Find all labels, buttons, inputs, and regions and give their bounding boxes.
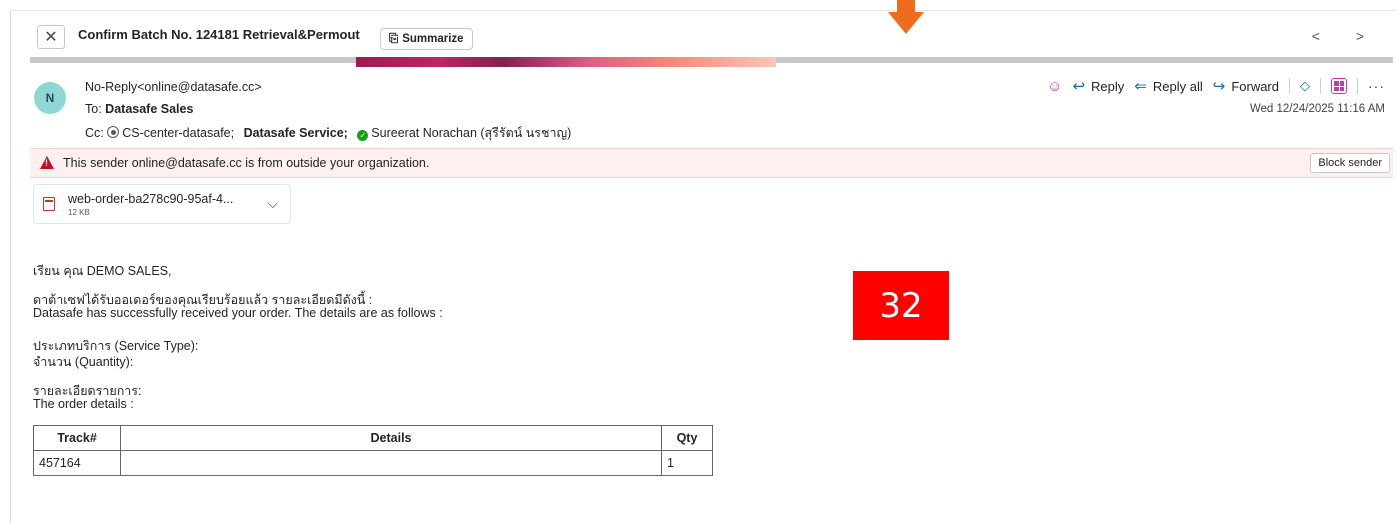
reply-button[interactable]: ↩ Reply: [1072, 77, 1124, 95]
left-border: [10, 10, 11, 523]
recipient-cc: Cc: CS-center-datasafe; Datasafe Service…: [85, 123, 571, 143]
email-subject: Confirm Batch No. 124181 Retrieval&Permo…: [78, 27, 360, 42]
reply-all-button[interactable]: ⇐ Reply all: [1134, 77, 1202, 95]
sender-from[interactable]: No-Reply<online@datasafe.cc>: [85, 80, 262, 94]
attachment-card[interactable]: web-order-ba278c90-95af-4... 12 KB ⌵: [33, 184, 291, 224]
divider: [1289, 78, 1290, 94]
attachment-name: web-order-ba278c90-95af-4...: [68, 192, 234, 206]
divider: [1357, 78, 1358, 94]
group-icon: [107, 126, 120, 138]
column-header: Track#: [33, 425, 121, 451]
step-number-badge: 32: [853, 271, 949, 340]
apps-icon[interactable]: [1331, 78, 1347, 94]
table-cell: 457164: [33, 450, 121, 476]
to-label: To:: [85, 102, 102, 116]
message-nav-arrows[interactable]: < >: [1312, 28, 1380, 44]
warning-text: This sender online@datasafe.cc is from o…: [63, 156, 430, 170]
cc-recipient[interactable]: Sureerat Norachan (สุรีรัตน์ นรชาญ): [371, 126, 571, 140]
order-details-english: The order details :: [33, 397, 134, 411]
reaction-icon[interactable]: ☺: [1047, 78, 1062, 95]
summarize-label: Summarize: [402, 33, 464, 45]
recipient-to: To: Datasafe Sales: [85, 102, 193, 116]
reply-all-icon: ⇐: [1134, 78, 1147, 95]
presence-available-icon: ✓: [357, 130, 369, 141]
block-sender-button[interactable]: Block sender: [1310, 153, 1390, 173]
top-border: [10, 10, 1397, 11]
column-header: Qty: [661, 425, 713, 451]
column-header: Details: [120, 425, 662, 451]
summarize-icon: ⎘: [389, 32, 399, 45]
warning-icon: [40, 156, 54, 169]
forward-icon: ↪: [1212, 78, 1226, 95]
message-header: ✕ Confirm Batch No. 124181 Retrieval&Per…: [30, 22, 1390, 56]
chevron-down-icon[interactable]: ⌵: [267, 195, 278, 212]
table-cell: [120, 450, 662, 476]
forward-label: Forward: [1231, 78, 1279, 94]
to-recipient[interactable]: Datasafe Sales: [105, 102, 193, 116]
body-line-english: Datasafe has successfully received your …: [33, 306, 443, 320]
external-sender-warning: This sender online@datasafe.cc is from o…: [30, 148, 1393, 178]
cc-recipient[interactable]: CS-center-datasafe;: [122, 126, 234, 140]
order-table: Track# Details Qty 457164 1: [33, 425, 713, 476]
email-reading-pane: ✕ Confirm Batch No. 124181 Retrieval&Per…: [0, 0, 1397, 523]
quantity: จำนวน (Quantity):: [33, 355, 134, 369]
divider: [1320, 78, 1321, 94]
close-button[interactable]: ✕: [37, 25, 65, 49]
table-cell: 1: [661, 450, 713, 476]
file-icon: [43, 197, 55, 211]
forward-button[interactable]: ↪ Forward: [1213, 77, 1279, 95]
sent-date: Wed 12/24/2025 11:16 AM: [1249, 103, 1385, 115]
loop-icon[interactable]: ◇: [1300, 78, 1310, 94]
close-icon: ✕: [44, 29, 58, 46]
summarize-button[interactable]: ⎘ Summarize: [380, 28, 473, 50]
more-options-icon[interactable]: ···: [1368, 78, 1385, 94]
reply-icon: ↩: [1072, 78, 1086, 95]
message-actions: ☺ ↩ Reply ⇐ Reply all ↪ Forward ◇ ···: [1047, 77, 1385, 96]
avatar[interactable]: N: [34, 82, 66, 114]
banner-image: [356, 57, 776, 67]
attachment-size: 12 KB: [68, 208, 90, 217]
cc-label: Cc:: [85, 126, 104, 140]
reply-all-label: Reply all: [1152, 78, 1203, 94]
reply-label: Reply: [1091, 78, 1125, 94]
table-row: 457164 1: [33, 450, 713, 476]
annotation-arrow-icon: [888, 0, 924, 36]
cc-recipient[interactable]: Datasafe Service;: [244, 126, 348, 140]
greeting: เรียน คุณ DEMO SALES,: [33, 264, 172, 278]
table-header-row: Track# Details Qty: [33, 425, 713, 451]
